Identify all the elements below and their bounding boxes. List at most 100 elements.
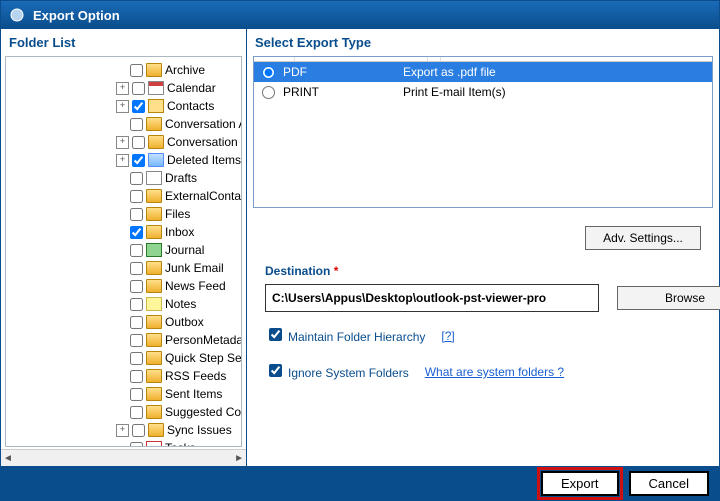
expand-icon[interactable] [116,173,127,184]
tree-node-label: ExternalContacts [165,189,242,203]
tree-checkbox[interactable] [130,406,143,419]
export-type-row[interactable]: PRINTPrint E-mail Item(s) [254,82,712,102]
tree-node[interactable]: Junk Email [6,259,239,277]
tree-node[interactable]: +Calendar [6,79,239,97]
tree-checkbox[interactable] [130,262,143,275]
cancel-button[interactable]: Cancel [629,471,709,496]
tree-node[interactable]: ExternalContacts [6,187,239,205]
system-folders-help-link[interactable]: What are system folders ? [425,365,564,379]
scroll-left-icon[interactable]: ◄ [3,453,13,464]
tree-node[interactable]: Notes [6,295,239,313]
expand-icon[interactable] [116,65,127,76]
tree-checkbox[interactable] [130,334,143,347]
tree-node[interactable]: Drafts [6,169,239,187]
folder-list-title: Folder List [1,29,246,54]
tree-node[interactable]: RSS Feeds [6,367,239,385]
export-button[interactable]: Export [541,471,619,496]
tree-checkbox[interactable] [130,388,143,401]
folder-icon [146,333,162,347]
tree-node[interactable]: News Feed [6,277,239,295]
tasks-icon [146,441,162,447]
tree-node[interactable]: Outbox [6,313,239,331]
folder-icon [146,279,162,293]
expand-icon[interactable] [116,407,127,418]
tree-checkbox[interactable] [132,154,145,167]
expand-icon[interactable]: + [116,154,129,167]
expand-icon[interactable]: + [116,136,129,149]
journal-icon [146,243,162,257]
destination-input[interactable] [265,284,599,312]
tree-node[interactable]: Sent Items [6,385,239,403]
tree-checkbox[interactable] [130,442,143,448]
tree-node[interactable]: Tasks [6,439,239,447]
tree-node[interactable]: Archive [6,61,239,79]
tree-checkbox[interactable] [130,226,143,239]
expand-icon[interactable] [116,335,127,346]
adv-settings-button[interactable]: Adv. Settings... [585,226,701,250]
tree-node[interactable]: Quick Step Setting [6,349,239,367]
tree-node-label: Outbox [165,315,204,329]
browse-button[interactable]: Browse [617,286,720,310]
deleted-icon [148,153,164,167]
tree-horizontal-scrollbar[interactable]: ◄ ► [1,449,246,466]
tree-node-label: Tasks [165,441,196,447]
folder-icon [148,423,164,437]
expand-icon[interactable] [116,389,127,400]
expand-icon[interactable] [116,191,127,202]
expand-icon[interactable] [116,371,127,382]
expand-icon[interactable] [116,245,127,256]
maintain-hierarchy-checkbox[interactable]: Maintain Folder Hierarchy [269,328,425,344]
export-type-radio[interactable] [262,66,275,79]
titlebar: Export Option [1,1,719,29]
tree-checkbox[interactable] [130,280,143,293]
expand-icon[interactable] [116,317,127,328]
export-type-row[interactable]: PDFExport as .pdf file [254,62,712,82]
folder-list-pane: Folder List Archive+Calendar+ContactsCon… [1,29,247,466]
expand-icon[interactable] [116,299,127,310]
export-type-desc: Print E-mail Item(s) [403,85,506,99]
expand-icon[interactable] [116,281,127,292]
expand-icon[interactable]: + [116,100,129,113]
ignore-system-folders-checkbox[interactable]: Ignore System Folders [269,364,409,380]
tree-node[interactable]: +Sync Issues [6,421,239,439]
maintain-hierarchy-help-link[interactable]: [?] [441,329,454,343]
tree-node[interactable]: Inbox [6,223,239,241]
expand-icon[interactable] [116,263,127,274]
tree-checkbox[interactable] [132,82,145,95]
tree-node[interactable]: Conversation Act [6,115,239,133]
tree-checkbox[interactable] [130,64,143,77]
expand-icon[interactable] [116,353,127,364]
tree-checkbox[interactable] [132,424,145,437]
scroll-right-icon[interactable]: ► [234,453,244,464]
tree-node[interactable]: + Deleted Items [6,151,239,169]
tree-checkbox[interactable] [130,244,143,257]
tree-checkbox[interactable] [130,118,143,131]
tree-node-label: Drafts [165,171,197,185]
tree-node[interactable]: Files [6,205,239,223]
tree-node[interactable]: Journal [6,241,239,259]
tree-node[interactable]: +Contacts [6,97,239,115]
tree-checkbox[interactable] [130,352,143,365]
export-type-radio[interactable] [262,86,275,99]
expand-icon[interactable] [116,227,127,238]
tree-node-label: Deleted Items [167,153,241,167]
tree-checkbox[interactable] [130,190,143,203]
expand-icon[interactable] [116,119,127,130]
tree-checkbox[interactable] [130,298,143,311]
tree-checkbox[interactable] [132,100,145,113]
expand-icon[interactable] [116,209,127,220]
expand-icon[interactable]: + [116,424,129,437]
tree-checkbox[interactable] [132,136,145,149]
tree-node[interactable]: +Conversation Hist [6,133,239,151]
tree-checkbox[interactable] [130,316,143,329]
tree-checkbox[interactable] [130,172,143,185]
tree-checkbox[interactable] [130,208,143,221]
tree-node[interactable]: Suggested Contac [6,403,239,421]
tree-checkbox[interactable] [130,370,143,383]
export-type-name: PDF [283,65,403,79]
tree-node[interactable]: PersonMetadata [6,331,239,349]
expand-icon[interactable] [116,443,127,448]
expand-icon[interactable]: + [116,82,129,95]
window-title: Export Option [33,8,120,23]
folder-tree[interactable]: Archive+Calendar+ContactsConversation Ac… [5,56,242,447]
